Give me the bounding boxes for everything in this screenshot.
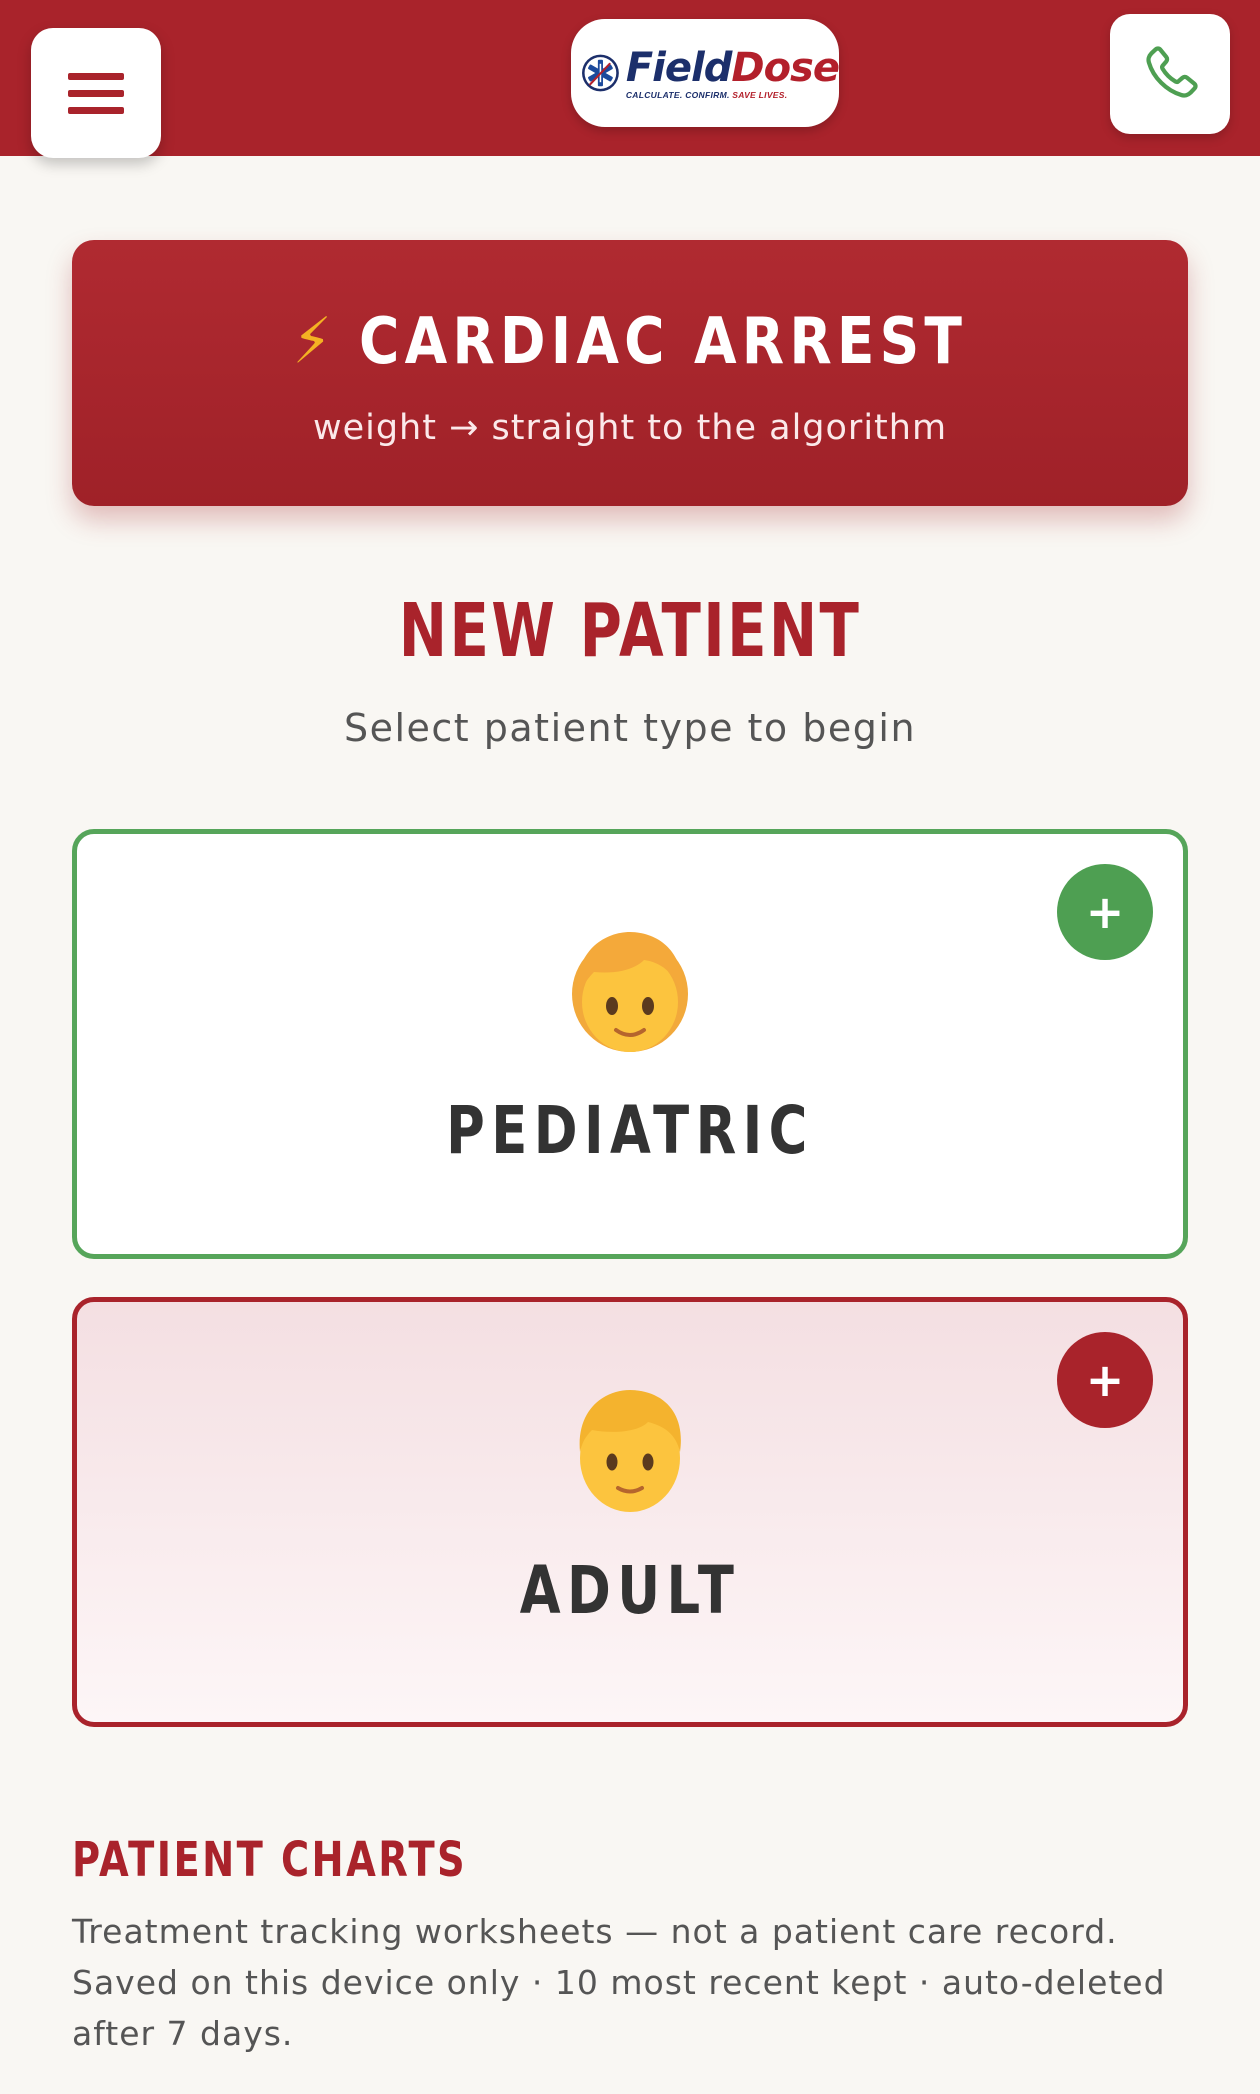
new-patient-subtitle: Select patient type to begin	[343, 706, 917, 750]
cardiac-arrest-subtitle: weight → straight to the algorithm	[312, 408, 948, 448]
add-pediatric-button[interactable]: +	[1057, 864, 1153, 960]
patient-charts-line-1: Treatment tracking worksheets — not a pa…	[72, 1912, 1118, 1951]
logo-tagline-2: SAVE LIVES.	[732, 90, 788, 100]
lightning-bolt-icon: ⚡	[292, 305, 337, 379]
cardiac-arrest-button[interactable]: ⚡ CARDIAC ARREST weight → straight to the…	[72, 240, 1188, 506]
star-of-life-icon	[582, 54, 619, 92]
patient-charts-heading: PATIENT CHARTS	[72, 1832, 468, 1888]
phone-button[interactable]	[1110, 14, 1230, 134]
phone-icon	[1146, 46, 1198, 98]
plus-icon: +	[1085, 1353, 1125, 1407]
patient-charts-description: Treatment tracking worksheets — not a pa…	[72, 1906, 1202, 2059]
logo-tagline-1: CALCULATE. CONFIRM.	[625, 90, 730, 100]
logo-name-dose: Dose	[731, 45, 840, 91]
app-header: FieldDose CALCULATE. CONFIRM. SAVE LIVES…	[0, 0, 1260, 158]
logo-name-field: Field	[625, 45, 733, 91]
child-face-icon	[572, 932, 688, 1052]
hamburger-menu-icon	[68, 73, 124, 114]
cardiac-arrest-title: ⚡ CARDIAC ARREST	[150, 302, 1110, 382]
menu-button[interactable]	[31, 28, 161, 158]
adult-face-icon	[579, 1390, 681, 1512]
add-adult-button[interactable]: +	[1057, 1332, 1153, 1428]
pediatric-card[interactable]: + PEDIATRIC	[72, 829, 1188, 1259]
plus-icon: +	[1085, 885, 1125, 939]
cardiac-arrest-label: CARDIAC ARREST	[359, 305, 968, 379]
app-logo[interactable]: FieldDose CALCULATE. CONFIRM. SAVE LIVES…	[571, 19, 840, 127]
adult-card[interactable]: + ADULT	[72, 1297, 1188, 1727]
pediatric-label: PEDIATRIC	[446, 1092, 814, 1169]
patient-charts-line-2: Saved on this device only · 10 most rece…	[72, 1963, 1166, 2002]
adult-label: ADULT	[519, 1552, 741, 1629]
new-patient-heading: NEW PATIENT	[398, 588, 862, 674]
patient-charts-line-3: after 7 days.	[72, 2014, 294, 2053]
